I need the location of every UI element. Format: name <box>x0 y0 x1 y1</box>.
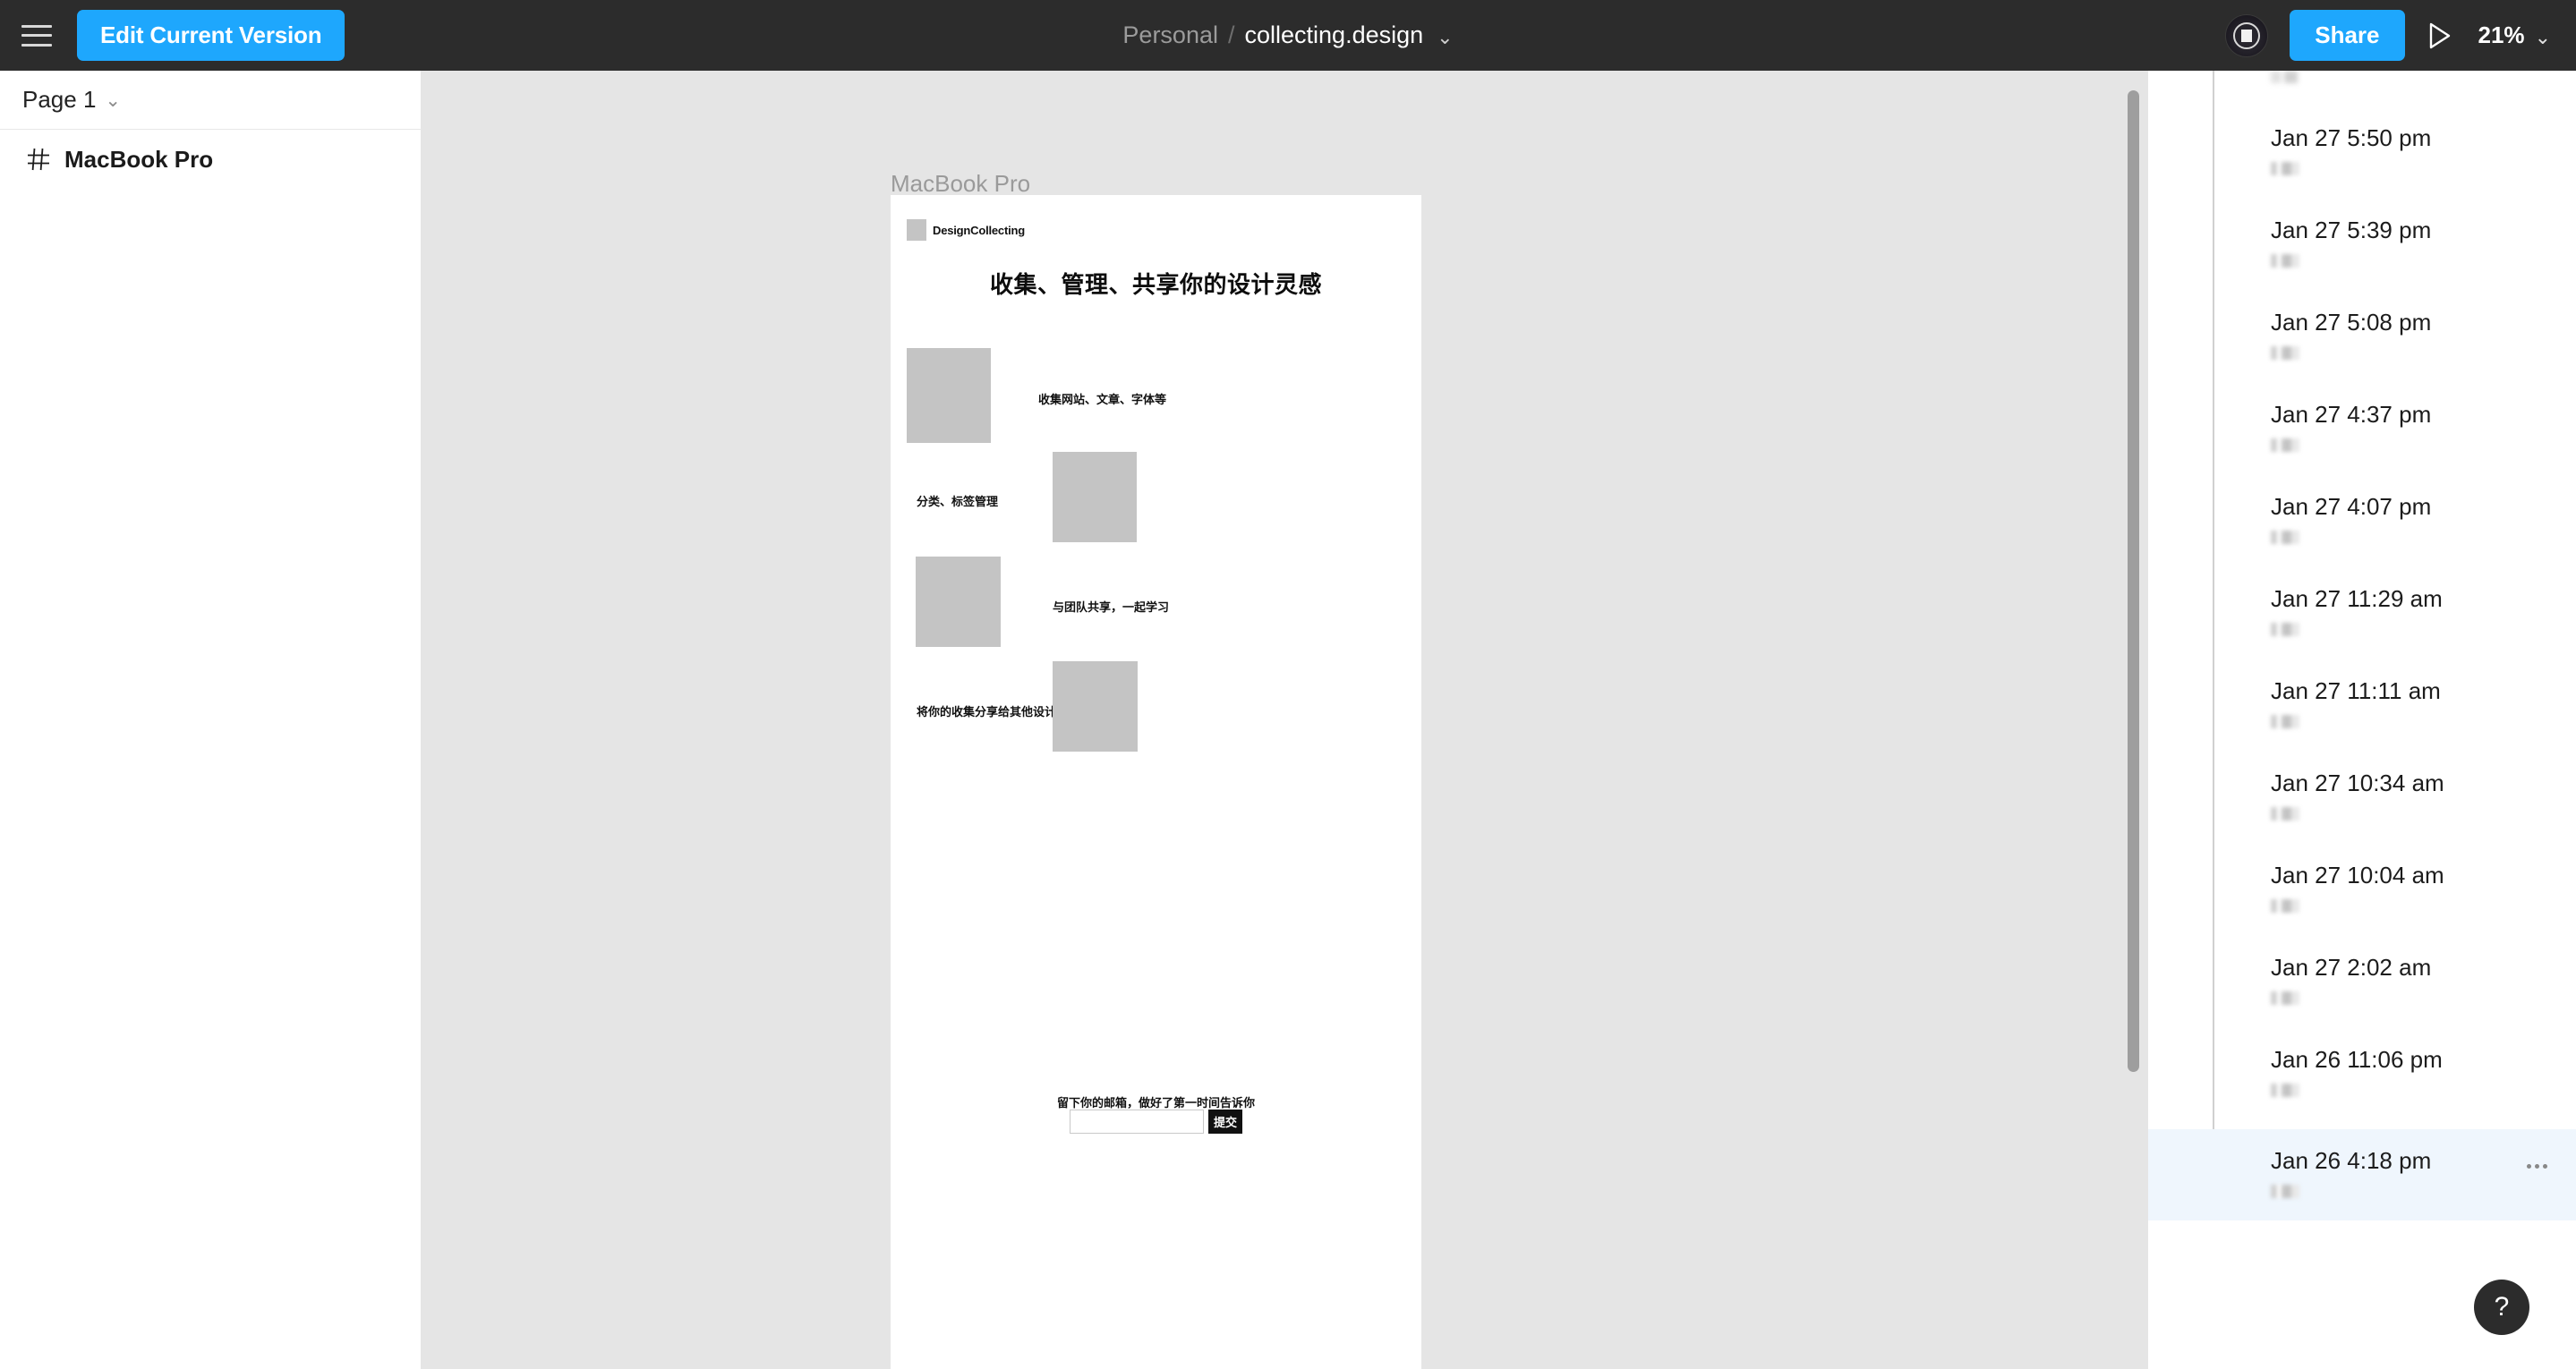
version-history-item[interactable]: Jan 26 11:06 pm <box>2148 1028 2576 1119</box>
version-timestamp: Jan 26 4:18 pm <box>2271 1147 2432 1174</box>
email-input[interactable] <box>1070 1110 1204 1134</box>
image-placeholder <box>907 348 991 443</box>
image-placeholder <box>1053 661 1138 752</box>
breadcrumb-separator: / <box>1227 21 1235 48</box>
signup-label: 留下你的邮箱，做好了第一时间告诉你 <box>1056 1096 1255 1110</box>
artboard-logo: DesignCollecting <box>907 219 1025 241</box>
artboard-macbook-pro[interactable]: DesignCollecting 收集、管理、共享你的设计灵感 收集网站、文章、… <box>891 195 1421 1369</box>
version-history-panel: Jan 27 5:50 pm Jan 27 5:39 pm Jan 27 5:0… <box>2148 71 2576 1369</box>
chevron-down-icon[interactable]: ⌄ <box>1437 27 1453 47</box>
edit-current-version-button[interactable]: Edit Current Version <box>77 10 345 61</box>
version-timestamp: Jan 27 10:04 am <box>2271 862 2444 889</box>
version-history-item[interactable]: Jan 27 10:34 am <box>2148 752 2576 843</box>
design-canvas[interactable]: MacBook Pro DesignCollecting 收集、管理、共享你的设… <box>421 71 2148 1369</box>
chevron-down-icon: ⌄ <box>105 90 122 111</box>
version-timestamp: Jan 26 11:06 pm <box>2271 1046 2443 1073</box>
version-history-item[interactable]: Jan 27 4:07 pm <box>2148 475 2576 566</box>
logo-placeholder-icon <box>907 219 926 241</box>
breadcrumb-team[interactable]: Personal <box>1122 21 1218 49</box>
feature-caption: 收集网站、文章、字体等 <box>1038 393 1167 406</box>
version-history-item[interactable]: Jan 27 11:29 am <box>2148 567 2576 659</box>
version-timestamp: Jan 27 5:08 pm <box>2271 309 2432 336</box>
version-history-item[interactable]: Jan 27 2:02 am <box>2148 936 2576 1027</box>
artboard-feature-row: 收集网站、文章、字体等 <box>891 348 1421 443</box>
toolbar-right-group: Share 21% ⌄ <box>2225 0 2556 71</box>
version-author-redacted <box>2271 715 2299 728</box>
more-options-icon[interactable] <box>2521 1152 2553 1179</box>
version-timestamp: Jan 27 5:50 pm <box>2271 124 2432 151</box>
artboard-feature-row: 与团队共享，一起学习 <box>891 557 1421 647</box>
version-author-redacted <box>2271 346 2299 360</box>
version-history-item[interactable]: Jan 27 5:39 pm <box>2148 199 2576 290</box>
version-author-redacted <box>2271 162 2299 175</box>
chevron-down-icon: ⌄ <box>2534 25 2551 48</box>
page-selector[interactable]: Page 1 ⌄ <box>0 71 421 130</box>
zoom-level-control[interactable]: 21% ⌄ <box>2478 21 2551 49</box>
version-timestamp: Jan 27 11:29 am <box>2271 585 2443 612</box>
version-author-redacted <box>2271 1185 2299 1198</box>
version-author-redacted-partial <box>2271 71 2298 83</box>
version-history-item-selected[interactable]: Jan 26 4:18 pm <box>2148 1129 2576 1220</box>
image-placeholder <box>916 557 1001 647</box>
version-author-redacted <box>2271 899 2299 913</box>
version-history-item[interactable]: Jan 27 4:37 pm <box>2148 383 2576 474</box>
version-author-redacted <box>2271 438 2299 452</box>
breadcrumb: Personal / collecting.design ⌄ <box>1122 21 1453 49</box>
image-placeholder <box>1053 452 1137 542</box>
version-timestamp: Jan 27 10:34 am <box>2271 770 2444 796</box>
help-button[interactable]: ? <box>2474 1280 2529 1335</box>
page-selector-label: Page 1 <box>22 86 97 113</box>
feature-caption: 与团队共享，一起学习 <box>1053 600 1170 614</box>
version-history-item[interactable]: Jan 27 11:11 am <box>2148 659 2576 751</box>
version-author-redacted <box>2271 1084 2299 1097</box>
version-history-item[interactable]: Jan 27 5:08 pm <box>2148 291 2576 382</box>
version-author-redacted <box>2271 254 2299 268</box>
play-triangle-icon[interactable] <box>2427 21 2453 51</box>
artboard-hero-heading: 收集、管理、共享你的设计灵感 <box>989 271 1322 298</box>
version-author-redacted <box>2271 531 2299 544</box>
breadcrumb-file-name[interactable]: collecting.design <box>1245 21 1424 49</box>
version-author-redacted <box>2271 991 2299 1005</box>
top-toolbar: Edit Current Version Personal / collecti… <box>0 0 2576 71</box>
avatar[interactable] <box>2225 13 2269 57</box>
feature-caption: 将你的收集分享给其他设计师 <box>917 705 1069 719</box>
version-author-redacted <box>2271 807 2299 821</box>
version-timestamp: Jan 27 4:07 pm <box>2271 493 2432 520</box>
version-timestamp: Jan 27 4:37 pm <box>2271 401 2432 428</box>
version-history-item[interactable]: Jan 27 10:04 am <box>2148 844 2576 935</box>
version-timestamp: Jan 27 2:02 am <box>2271 954 2432 981</box>
submit-button[interactable]: 提交 <box>1208 1110 1242 1134</box>
feature-caption: 分类、标签管理 <box>917 495 999 508</box>
layers-sidebar: Page 1 ⌄ MacBook Pro <box>0 71 421 1369</box>
sidebar-item-label: MacBook Pro <box>64 145 214 173</box>
artboard-feature-row: 分类、标签管理 <box>891 452 1421 542</box>
frame-icon <box>27 148 50 171</box>
artboard-feature-row: 将你的收集分享给其他设计师 <box>891 661 1421 752</box>
frame-label[interactable]: MacBook Pro <box>891 170 1030 198</box>
version-author-redacted <box>2271 623 2299 636</box>
canvas-vertical-scrollbar[interactable] <box>2128 90 2139 1072</box>
version-timestamp: Jan 27 5:39 pm <box>2271 217 2432 243</box>
version-history-item[interactable]: Jan 27 5:50 pm <box>2148 106 2576 198</box>
logo-text: DesignCollecting <box>933 223 1025 237</box>
zoom-level-value: 21% <box>2478 21 2525 48</box>
share-button[interactable]: Share <box>2290 10 2405 61</box>
signup-form: 提交 <box>891 1110 1421 1134</box>
hamburger-menu-icon[interactable] <box>21 24 52 47</box>
version-timestamp: Jan 27 11:11 am <box>2271 677 2441 704</box>
sidebar-item-macbook-pro[interactable]: MacBook Pro <box>0 130 421 189</box>
